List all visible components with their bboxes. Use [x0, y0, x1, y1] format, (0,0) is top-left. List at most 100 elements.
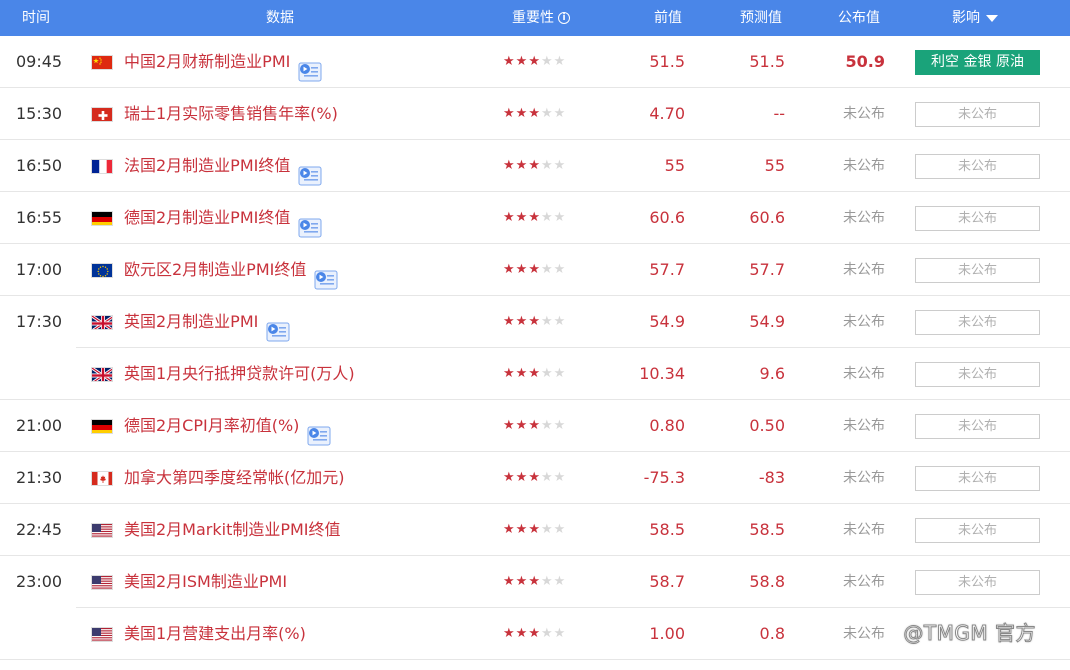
importance-stars: ★★★★★: [503, 88, 566, 140]
impact-badge[interactable]: 未公布: [915, 570, 1040, 595]
actual-value: 50.9: [845, 52, 885, 71]
event-name-label: 法国2月制造业PMI终值: [124, 156, 291, 175]
event-name[interactable]: 法国2月制造业PMI终值: [124, 140, 322, 192]
actual-value: 未公布: [843, 574, 885, 590]
event-row[interactable]: 16:50 法国2月制造业PMI终值 ★★★★★ 55 55 未公布 未公布: [0, 140, 1070, 192]
event-time: 23:00: [16, 572, 63, 591]
star-icon: ★: [528, 574, 541, 589]
video-icon[interactable]: [266, 311, 290, 341]
video-icon[interactable]: [314, 259, 338, 289]
star-icon: ★: [528, 522, 541, 537]
header-data: 数据: [266, 10, 294, 26]
event-time: 22:45: [16, 520, 63, 539]
previous-value: 10.34: [639, 364, 685, 383]
event-name[interactable]: 德国2月制造业PMI终值: [124, 192, 322, 244]
flag-cn-icon: [91, 55, 113, 70]
actual-value: 未公布: [843, 366, 885, 382]
impact-badge[interactable]: 未公布: [915, 466, 1040, 491]
star-icon: ★: [503, 470, 516, 485]
star-icon: ★: [540, 418, 554, 433]
video-icon[interactable]: [298, 51, 322, 81]
event-row[interactable]: 英国1月央行抵押贷款许可(万人) ★★★★★ 10.34 9.6 未公布 未公布: [0, 348, 1070, 400]
info-icon[interactable]: i: [558, 12, 570, 24]
impact-badge[interactable]: 未公布: [915, 154, 1040, 179]
impact-badge[interactable]: 未公布: [915, 362, 1040, 387]
star-icon: ★: [540, 314, 554, 329]
star-icon: ★: [528, 366, 541, 381]
actual-value: 未公布: [843, 210, 885, 226]
event-time: 17:00: [16, 260, 63, 279]
star-icon: ★: [515, 262, 529, 277]
impact-badge[interactable]: 利空 金银 原油: [915, 50, 1040, 75]
importance-stars: ★★★★★: [503, 296, 566, 348]
previous-value: 0.80: [649, 416, 685, 435]
video-icon[interactable]: [298, 155, 322, 185]
star-icon: ★: [515, 470, 529, 485]
impact-badge[interactable]: 未公布: [915, 518, 1040, 543]
event-row[interactable]: 09:45 中国2月财新制造业PMI ★★★★★ 51.5 51.5 50.9 利空 金银 …: [0, 36, 1070, 88]
event-name[interactable]: 美国2月Markit制造业PMI终值: [124, 504, 341, 556]
star-icon: ★: [503, 210, 516, 225]
previous-value: 51.5: [649, 52, 685, 71]
event-name[interactable]: 德国2月CPI月率初值(%): [124, 400, 331, 452]
impact-badge[interactable]: 未公布: [915, 102, 1040, 127]
actual-value: 未公布: [843, 418, 885, 434]
impact-badge[interactable]: 未公布: [915, 414, 1040, 439]
event-time: 16:55: [16, 208, 63, 227]
flag-ch-icon: [91, 107, 113, 122]
header-time: 时间: [22, 10, 50, 26]
event-name-label: 德国2月CPI月率初值(%): [124, 416, 300, 435]
impact-badge[interactable]: 未公布: [915, 206, 1040, 231]
event-name[interactable]: 英国2月制造业PMI: [124, 296, 290, 348]
star-icon: ★: [503, 158, 516, 173]
event-row[interactable]: 17:30 英国2月制造业PMI ★★★★★ 54.9 54.9 未公布 未公布: [0, 296, 1070, 348]
event-name[interactable]: 瑞士1月实际零售销售年率(%): [124, 88, 338, 140]
star-icon: ★: [515, 54, 529, 69]
video-icon[interactable]: [307, 415, 331, 445]
event-row[interactable]: 21:00 德国2月CPI月率初值(%) ★★★★★ 0.80 0.50 未公布 未公布: [0, 400, 1070, 452]
flag-gb-icon: [91, 315, 113, 330]
event-time: 15:30: [16, 104, 63, 123]
event-row[interactable]: 17:00 欧元区2月制造业PMI终值 ★★★★★ 57.7 57.7 未公布 未公布: [0, 244, 1070, 296]
header-actual: 公布值: [838, 10, 880, 26]
event-name-label: 美国2月Markit制造业PMI终值: [124, 520, 341, 539]
previous-value: 57.7: [649, 260, 685, 279]
importance-stars: ★★★★★: [503, 348, 566, 400]
star-icon: ★: [515, 522, 529, 537]
event-time: 16:50: [16, 156, 63, 175]
event-name[interactable]: 加拿大第四季度经常帐(亿加元): [124, 452, 345, 504]
star-icon: ★: [503, 54, 516, 69]
previous-value: -75.3: [643, 468, 685, 487]
chevron-down-icon[interactable]: [986, 14, 998, 22]
star-icon: ★: [553, 314, 567, 329]
event-name[interactable]: 美国2月ISM制造业PMI: [124, 556, 287, 608]
event-row[interactable]: 22:45 美国2月Markit制造业PMI终值 ★★★★★ 58.5 58.5 未公布未…: [0, 504, 1070, 556]
forecast-value: 58.8: [749, 572, 785, 591]
event-row[interactable]: 15:30 瑞士1月实际零售销售年率(%) ★★★★★ 4.70 -- 未公布 未公布: [0, 88, 1070, 140]
event-row[interactable]: 21:30 加拿大第四季度经常帐(亿加元) ★★★★★ -75.3 -83 未公布 未公布: [0, 452, 1070, 504]
star-icon: ★: [540, 54, 554, 69]
impact-badge[interactable]: 未公布: [915, 310, 1040, 335]
star-icon: ★: [540, 626, 554, 641]
forecast-value: 57.7: [749, 260, 785, 279]
importance-stars: ★★★★★: [503, 244, 566, 296]
event-name[interactable]: 中国2月财新制造业PMI: [124, 36, 322, 88]
star-icon: ★: [553, 210, 567, 225]
video-icon[interactable]: [298, 207, 322, 237]
event-time: 17:30: [16, 312, 63, 331]
event-name[interactable]: 英国1月央行抵押贷款许可(万人): [124, 348, 355, 400]
event-name[interactable]: 美国1月营建支出月率(%): [124, 608, 306, 660]
star-icon: ★: [528, 626, 541, 641]
event-row[interactable]: 23:00 美国2月ISM制造业PMI ★★★★★ 58.7 58.8 未公布 未公布: [0, 556, 1070, 608]
star-icon: ★: [503, 314, 516, 329]
event-name[interactable]: 欧元区2月制造业PMI终值: [124, 244, 338, 296]
header-impact[interactable]: 影响: [952, 0, 998, 36]
impact-badge[interactable]: 未公布: [915, 258, 1040, 283]
star-icon: ★: [528, 314, 541, 329]
event-row[interactable]: 16:55 德国2月制造业PMI终值 ★★★★★ 60.6 60.6 未公布 未公布: [0, 192, 1070, 244]
star-icon: ★: [553, 418, 567, 433]
actual-value: 未公布: [843, 158, 885, 174]
header-importance[interactable]: 重要性 i: [512, 0, 570, 36]
star-icon: ★: [515, 210, 529, 225]
star-icon: ★: [528, 158, 541, 173]
